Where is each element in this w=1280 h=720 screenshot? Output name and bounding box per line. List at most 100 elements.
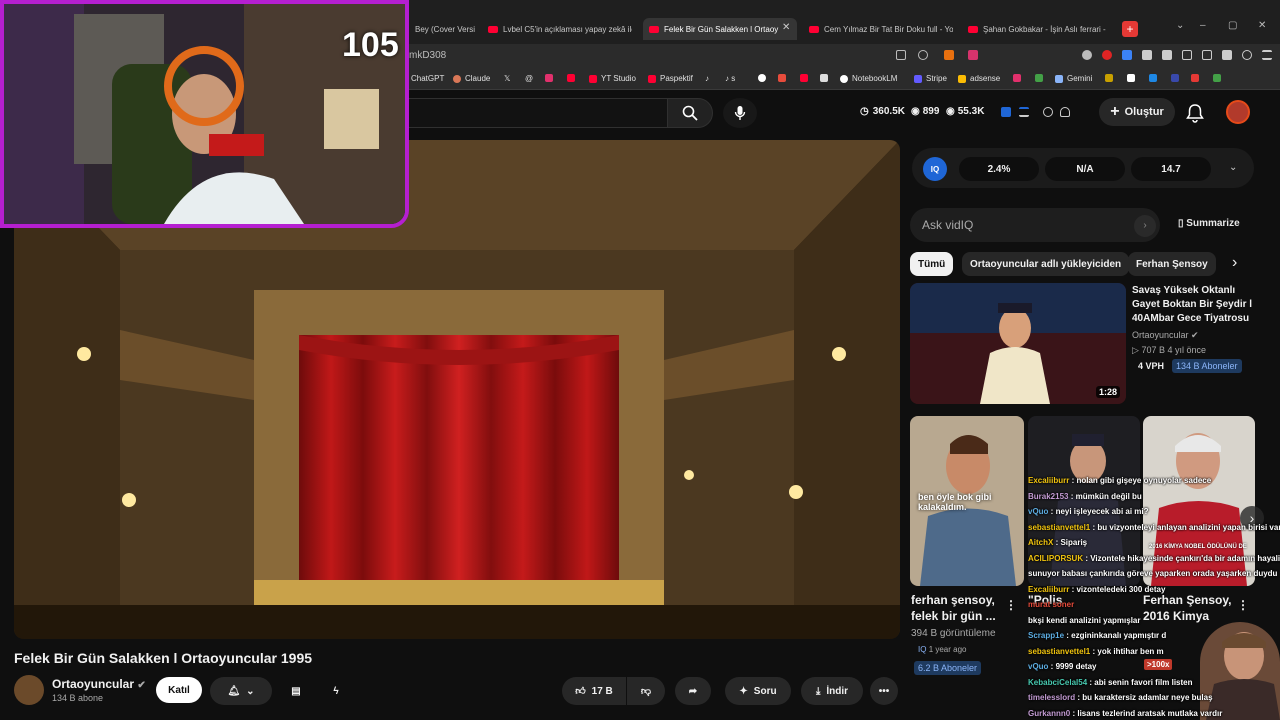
chat-username[interactable]: sebastianvettel1 xyxy=(1028,523,1090,532)
new-tab-button[interactable]: + xyxy=(1122,21,1138,37)
download-icon[interactable] xyxy=(1222,50,1232,60)
brave-shield-icon[interactable] xyxy=(944,50,954,60)
chat-username[interactable]: timelesslord xyxy=(1028,693,1075,702)
bookmark-x[interactable]: 𝕏 xyxy=(504,74,510,83)
tab-3[interactable]: Cem Yılmaz Bir Tat Bir Doku full - Yo xyxy=(803,18,953,40)
brave-rewards-icon[interactable] xyxy=(968,50,978,60)
short-title-1[interactable]: ferhan şensoy, felek bir gün ... xyxy=(911,592,996,624)
wallet-icon[interactable] xyxy=(1202,50,1212,60)
account-avatar[interactable] xyxy=(1226,100,1250,124)
chat-username[interactable]: sebastianvettel1 xyxy=(1028,647,1090,656)
chip-all[interactable]: Tümü xyxy=(910,252,954,276)
bookmark-chatgpt[interactable]: ChatGPT xyxy=(411,74,444,83)
bookmark-paspektif[interactable]: Paspektif xyxy=(648,74,693,83)
extensions-icon[interactable] xyxy=(1142,50,1152,60)
achievement-icon[interactable] xyxy=(1043,107,1053,117)
more-actions-button[interactable]: ••• xyxy=(870,677,898,705)
chat-username[interactable]: Excaliiburr xyxy=(1028,476,1069,485)
ask-button[interactable]: ✦ Soru xyxy=(725,677,791,705)
extension-5-icon[interactable] xyxy=(1162,50,1172,60)
channel-name[interactable]: Ortaoyuncular ✔ xyxy=(52,677,146,691)
recommendation-thumbnail[interactable]: 1:28 xyxy=(910,283,1126,404)
window-close-icon[interactable]: ✕ xyxy=(1258,20,1266,31)
bookmark-misc-3[interactable] xyxy=(800,74,812,82)
summarize-button[interactable]: ▯ Summarize xyxy=(1178,218,1240,229)
bookmark-misc-5[interactable] xyxy=(1013,74,1025,82)
vidiq-boost-button[interactable]: ϟ xyxy=(322,677,350,705)
bookmark-claude[interactable]: Claude xyxy=(453,74,490,83)
share-button[interactable]: ➦ xyxy=(675,677,711,705)
bookmark-misc-2[interactable] xyxy=(778,74,790,82)
open-external-icon[interactable] xyxy=(896,50,906,60)
chat-username[interactable]: Scrapp1e xyxy=(1028,631,1064,640)
bookmark-misc-1[interactable] xyxy=(758,74,770,82)
subscribed-notification-button[interactable]: 🔔︎ ⌄ xyxy=(210,677,272,705)
search-button[interactable] xyxy=(667,98,713,128)
tab-2-active[interactable]: Felek Bir Gün Salakken l Ortaoy xyxy=(643,18,797,40)
notifications-bell-icon[interactable] xyxy=(1186,103,1204,123)
chat-username[interactable]: AitchX xyxy=(1028,538,1053,547)
vidiq-header-icon[interactable] xyxy=(1001,107,1011,117)
recommendation-channel[interactable]: Ortaoyuncular ✔ xyxy=(1132,330,1199,341)
more-vertical-icon[interactable]: ⋮ xyxy=(1005,598,1017,612)
like-button[interactable]: 👍︎ 17 B xyxy=(562,677,626,705)
chevron-down-icon[interactable]: ⌄ xyxy=(1229,162,1237,173)
vpn-icon[interactable] xyxy=(1242,50,1252,60)
bookmark-yt-studio[interactable]: YT Studio xyxy=(589,74,636,83)
dislike-button[interactable]: 👎︎ xyxy=(627,677,665,705)
extension-2-icon[interactable] xyxy=(1102,50,1112,60)
chat-username[interactable]: Excaliiburr xyxy=(1028,585,1069,594)
url-field[interactable]: mkD308 xyxy=(409,50,446,61)
chip-uploader[interactable]: Ortaoyuncular adlı yükleyiciden xyxy=(962,252,1130,276)
bookmark-misc-11[interactable] xyxy=(1191,74,1203,82)
join-button[interactable]: Katıl xyxy=(156,677,202,703)
bookmark-misc-7[interactable] xyxy=(1105,74,1117,82)
bookmark-tiktok-s[interactable]: ♪ s xyxy=(725,74,735,83)
tab-1[interactable]: Lvbel C5'in açıklaması yapay zekâ ile xyxy=(482,18,632,40)
chat-username[interactable]: KebabciCelal54 xyxy=(1028,678,1087,687)
bookmark-gemini[interactable]: Gemini xyxy=(1055,74,1092,83)
bookmark-adsense[interactable]: adsense xyxy=(958,74,1000,83)
sidebar-icon[interactable] xyxy=(1182,50,1192,60)
bookmark-stripe[interactable]: Stripe xyxy=(914,74,947,83)
chip-ferhan-sensoy[interactable]: Ferhan Şensoy xyxy=(1128,252,1216,276)
bookmark-threads[interactable]: @ xyxy=(525,74,533,83)
chevron-right-icon[interactable]: › xyxy=(1232,254,1237,272)
recommendation-title[interactable]: Savaş Yüksek Oktanlı Gayet Boktan Bir Şe… xyxy=(1132,284,1252,326)
vidiq-bell-icon[interactable] xyxy=(1060,107,1070,117)
bookmark-instagram[interactable] xyxy=(545,74,557,82)
extension-3-icon[interactable] xyxy=(1122,50,1132,60)
chat-username[interactable]: Burak2153 xyxy=(1028,492,1068,501)
bookmark-misc-12[interactable] xyxy=(1213,74,1225,82)
bookmark-misc-8[interactable] xyxy=(1127,74,1139,82)
bookmark-youtube[interactable] xyxy=(567,74,579,82)
tab-4[interactable]: Şahan Gokbakar - İşin Aslı ferrari - xyxy=(962,18,1112,40)
bookmark-misc-9[interactable] xyxy=(1149,74,1161,82)
close-tab-icon[interactable]: ✕ xyxy=(782,22,790,33)
chat-username[interactable]: vQuo xyxy=(1028,662,1048,671)
chat-username[interactable]: vQuo xyxy=(1028,507,1048,516)
voice-search-button[interactable] xyxy=(723,98,757,128)
download-button[interactable]: ⤓ İndir xyxy=(801,677,863,705)
tab-0[interactable]: Bey (Cover Version) | TikTok xyxy=(409,18,475,40)
bookmark-misc-10[interactable] xyxy=(1171,74,1183,82)
create-button[interactable]: + Oluştur xyxy=(1099,98,1175,126)
short-thumbnail-1[interactable]: ben öyle bok gibi kalakaldım. xyxy=(910,416,1024,586)
vidiq-menu-icon[interactable] xyxy=(1019,107,1029,117)
tab-list-icon[interactable]: ⌄ xyxy=(1176,20,1184,31)
channel-avatar[interactable] xyxy=(14,675,44,705)
send-arrow-icon[interactable]: › xyxy=(1134,215,1156,237)
bookmark-misc-6[interactable] xyxy=(1035,74,1047,82)
bookmark-notebooklm[interactable]: NotebookLM xyxy=(840,74,897,83)
maximize-icon[interactable]: ▢ xyxy=(1228,20,1237,31)
bookmark-misc-4[interactable] xyxy=(820,74,832,82)
minimize-icon[interactable]: – xyxy=(1200,20,1206,31)
ask-vidiq-input[interactable]: Ask vidIQ xyxy=(910,208,1160,242)
search-input[interactable] xyxy=(405,98,667,128)
menu-icon[interactable] xyxy=(1262,50,1272,60)
chat-username[interactable]: Gurkannn0 xyxy=(1028,709,1070,718)
zoom-icon[interactable] xyxy=(918,50,928,60)
bookmark-tiktok[interactable]: ♪ xyxy=(705,74,709,83)
transcript-button[interactable]: ▤ xyxy=(282,677,310,705)
extension-1-icon[interactable] xyxy=(1082,50,1092,60)
